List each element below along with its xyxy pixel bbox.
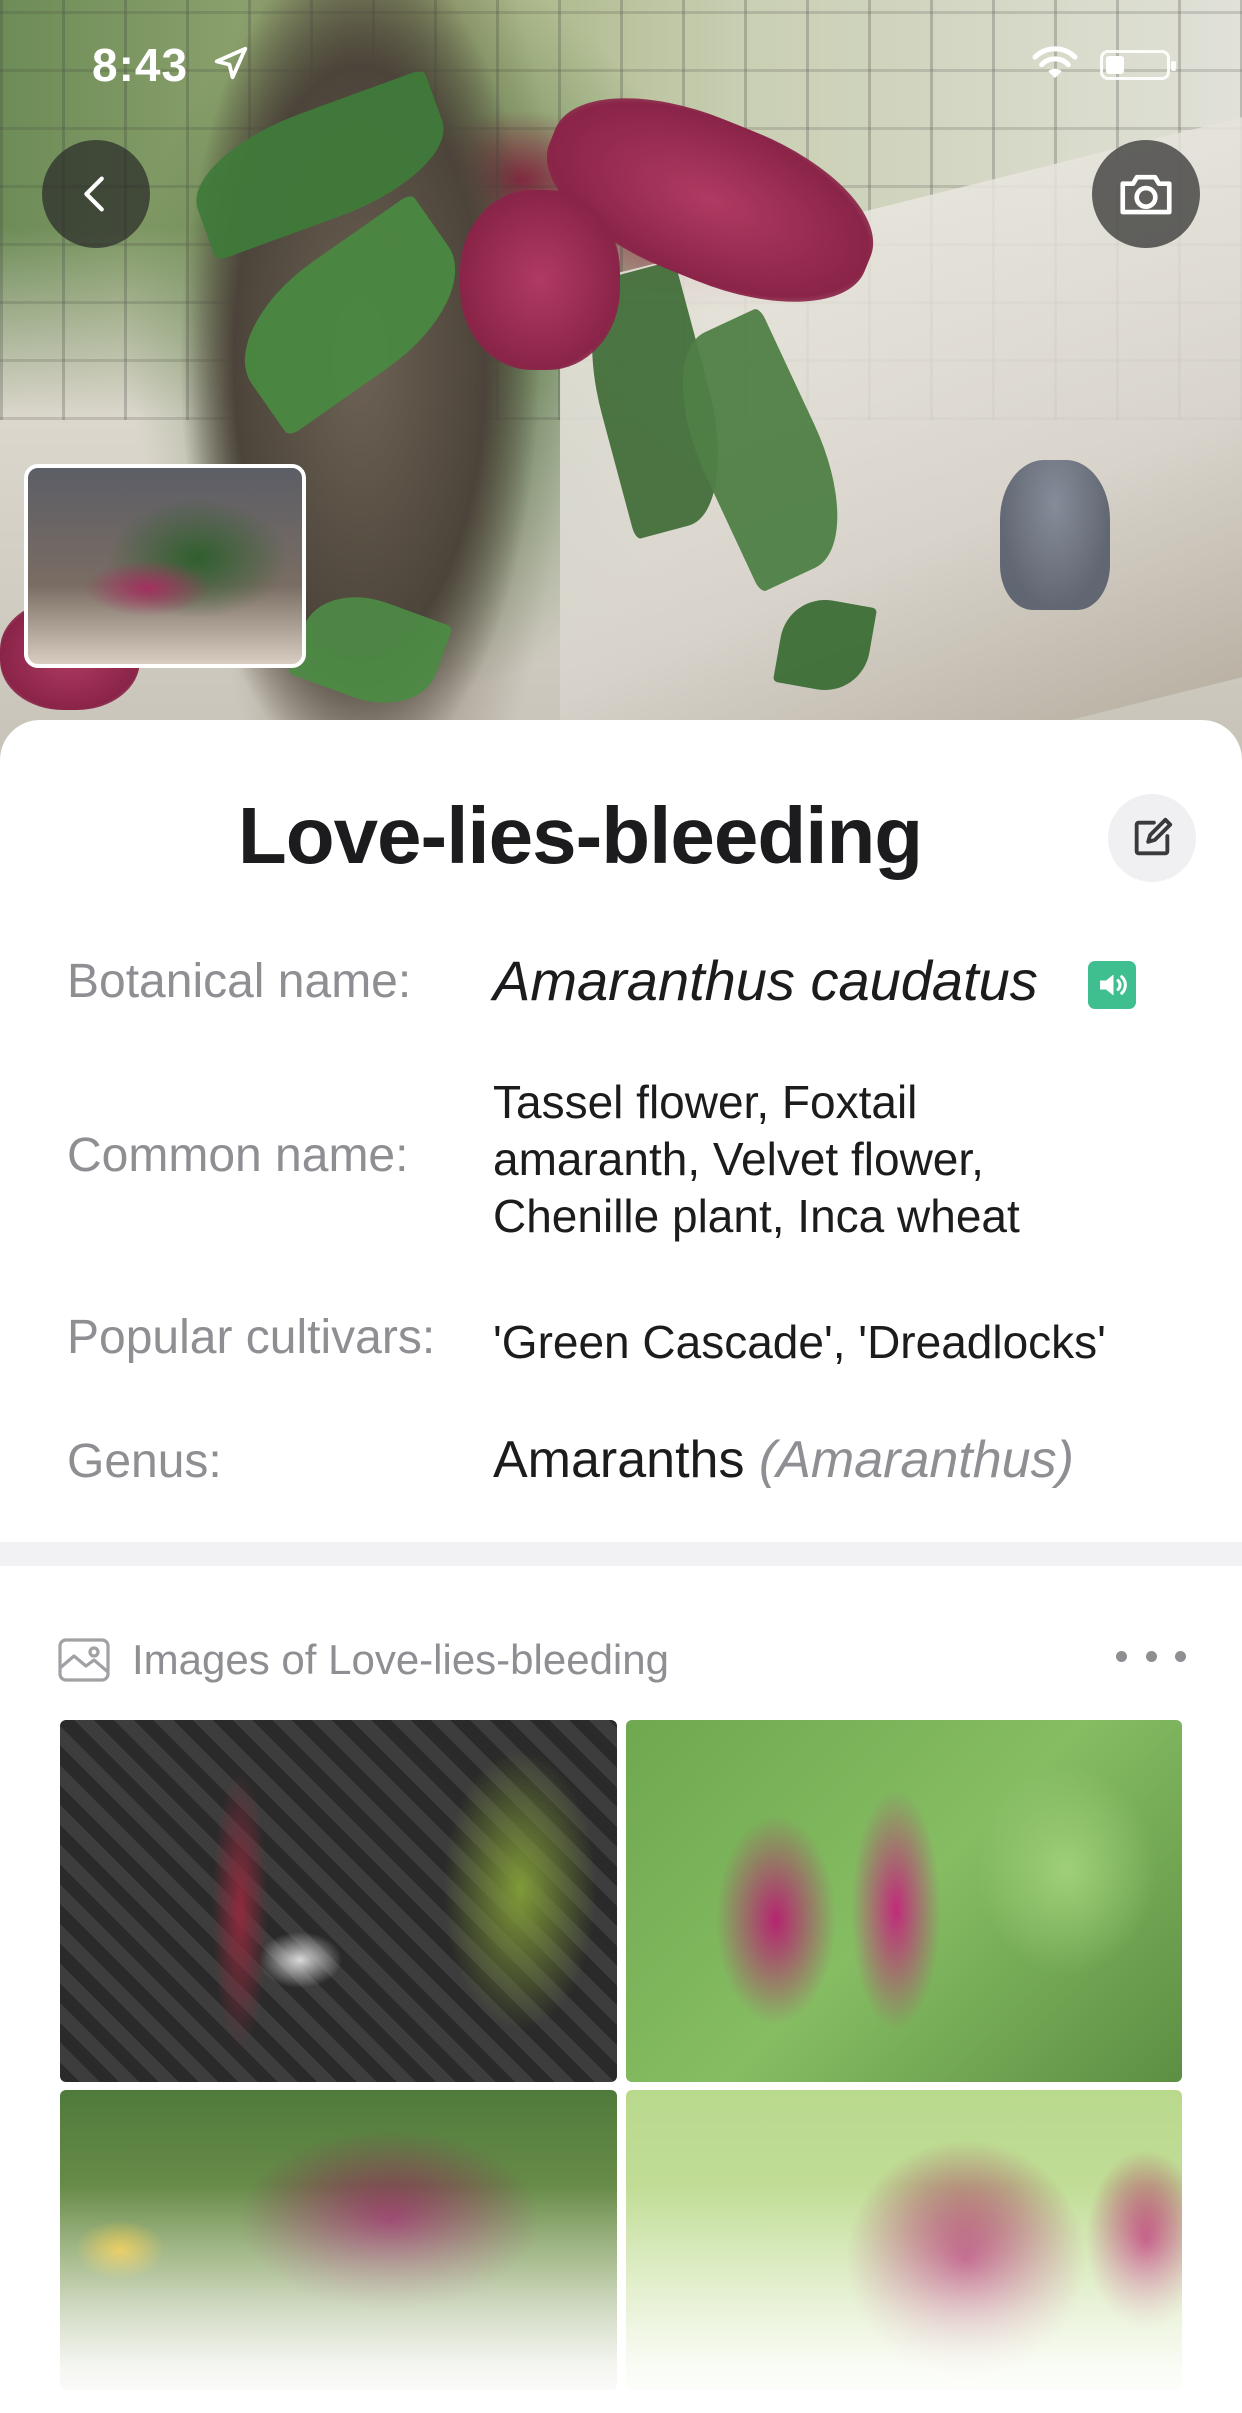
botanical-name-label: Botanical name: (67, 955, 412, 1008)
camera-button[interactable] (1092, 140, 1200, 248)
battery-icon (1100, 50, 1176, 80)
plant-image-2[interactable] (626, 1720, 1182, 2082)
section-divider (0, 1542, 1242, 1566)
location-arrow-icon (214, 46, 248, 80)
botanical-name-value: Amaranthus caudatus (493, 949, 1038, 1012)
common-name-label: Common name: (67, 1129, 409, 1182)
more-horizontal-icon (1145, 1650, 1157, 1662)
more-horizontal-icon (1116, 1650, 1127, 1662)
bottom-fade (0, 2186, 1242, 2413)
chevron-left-icon (84, 176, 104, 212)
hero-photo: 8:43 (0, 0, 1242, 760)
plant-image-1[interactable] (60, 1720, 617, 2082)
user-photo-thumbnail[interactable] (24, 464, 306, 668)
back-button[interactable] (42, 140, 150, 248)
cultivars-label: Popular cultivars: (67, 1311, 436, 1364)
images-section: Images of Love-lies-bleeding (0, 1566, 1242, 2413)
cultivars-value: 'Green Cascade', 'Dreadlocks' (493, 1316, 1106, 1368)
genus-latin-name: (Amaranthus) (758, 1431, 1074, 1489)
more-options-button[interactable] (1116, 1636, 1186, 1676)
images-section-title: Images of Love-lies-bleeding (132, 1636, 669, 1683)
status-time: 8:43 (92, 39, 189, 91)
plant-info-card: Love-lies-bleeding Botanical name: Amara… (0, 720, 1242, 2413)
camera-icon (1120, 174, 1172, 215)
flower-spike (460, 190, 620, 370)
plant-title: Love-lies-bleeding (237, 791, 923, 880)
genus-label: Genus: (67, 1435, 222, 1488)
wifi-icon (1032, 46, 1078, 78)
more-horizontal-icon (1175, 1650, 1186, 1662)
speaker-icon (1100, 974, 1127, 996)
common-name-value: Tassel flower, Foxtail amaranth, Velvet … (493, 1076, 1020, 1242)
edit-icon (1134, 817, 1173, 856)
garden-gnome (1000, 460, 1110, 610)
images-icon (58, 1638, 110, 1682)
pronunciation-button[interactable] (1088, 961, 1136, 1009)
genus-value[interactable]: Amaranths (Amaranthus) (493, 1430, 1074, 1490)
edit-button[interactable] (1108, 794, 1196, 882)
genus-common-name: Amaranths (493, 1431, 745, 1489)
status-bar: 8:43 (0, 0, 1242, 130)
